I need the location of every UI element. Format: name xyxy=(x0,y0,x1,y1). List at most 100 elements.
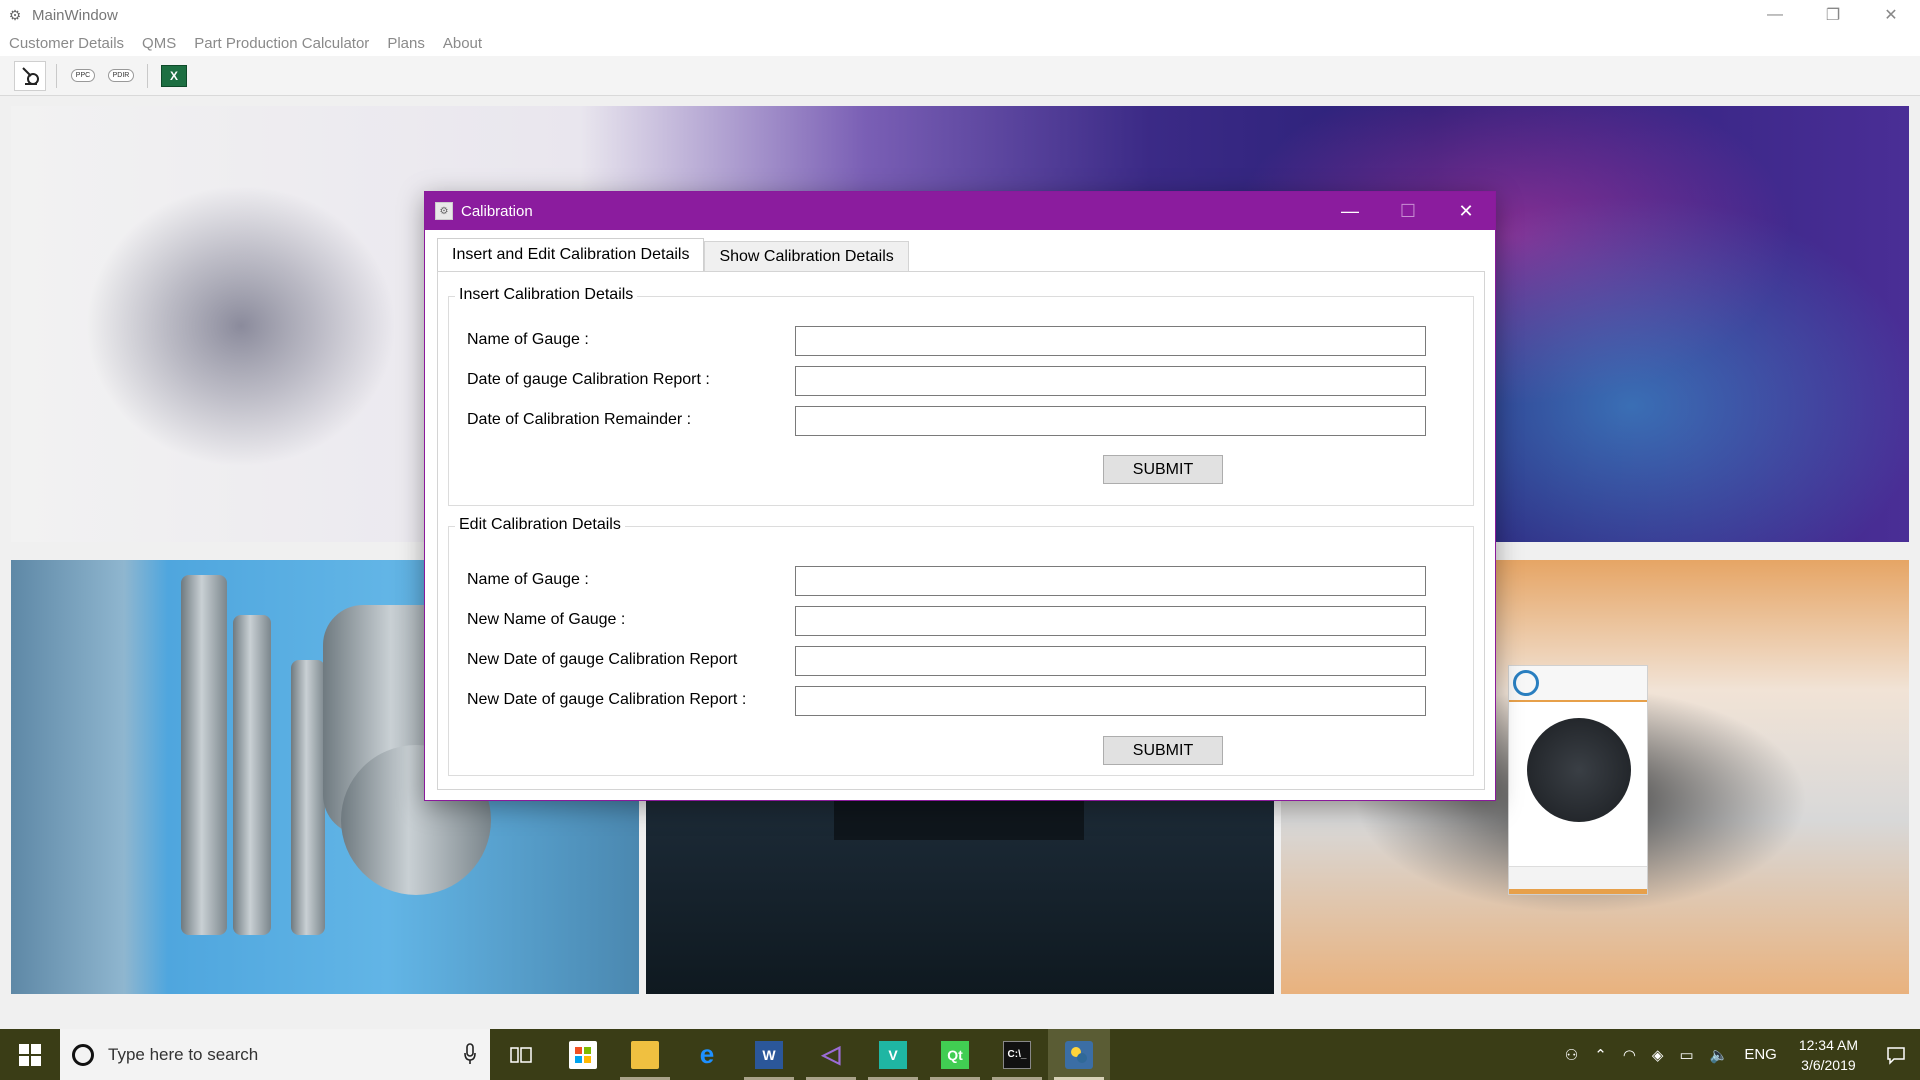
edge-icon: e xyxy=(699,1039,715,1069)
calibration-report-date-label: Date of gauge Calibration Report : xyxy=(467,371,710,388)
ppc-button[interactable]: PPC xyxy=(67,61,99,91)
language-indicator[interactable]: ENG xyxy=(1736,1046,1785,1063)
clock[interactable]: 12:34 AM 3/6/2019 xyxy=(1785,1035,1872,1075)
edit-gauge-name-label: Name of Gauge : xyxy=(467,571,589,588)
maps-icon: V xyxy=(879,1040,907,1069)
new-calibration-report-date-2-input[interactable] xyxy=(795,686,1426,716)
search-placeholder: Type here to search xyxy=(108,1044,259,1064)
new-gauge-name-input[interactable] xyxy=(795,606,1426,636)
app-icon: ⚙ xyxy=(8,7,22,23)
edit-submit-button[interactable]: SUBMIT xyxy=(1103,736,1223,765)
company-brochure xyxy=(1508,665,1648,895)
task-view-icon xyxy=(510,1046,532,1063)
edit-calibration-group: Edit Calibration Details Name of Gauge :… xyxy=(448,516,1474,776)
people-icon[interactable]: ⚇ xyxy=(1557,1046,1586,1064)
company-logo xyxy=(1513,670,1539,696)
tab-insert-edit[interactable]: Insert and Edit Calibration Details xyxy=(437,238,705,271)
dialog-minimize-button[interactable]: — xyxy=(1321,192,1379,230)
maps-button[interactable]: V xyxy=(862,1029,924,1080)
excel-export-button[interactable]: X xyxy=(158,61,190,91)
volume-icon[interactable]: 🔈 xyxy=(1702,1046,1737,1064)
visual-studio-button[interactable]: ◁ xyxy=(800,1029,862,1080)
system-tray: ⚇ ⌃ ◠ ◈ ▭ 🔈 ENG 12:34 AM 3/6/2019 xyxy=(1557,1029,1920,1080)
task-view-button[interactable] xyxy=(490,1029,552,1080)
tab-pane: Insert Calibration Details Name of Gauge… xyxy=(437,271,1485,790)
menu-plans[interactable]: Plans xyxy=(378,35,434,52)
wifi-icon[interactable]: ◠ xyxy=(1615,1046,1644,1064)
toolbar-separator xyxy=(56,63,57,88)
field-row: Date of Calibration Remainder : xyxy=(449,406,1473,436)
battery-icon[interactable]: ▭ xyxy=(1671,1046,1701,1064)
edit-gauge-name-input[interactable] xyxy=(795,566,1426,596)
toolbar: PPC PDIR X xyxy=(0,56,1920,96)
terminal-button[interactable]: C:\_ xyxy=(986,1029,1048,1080)
dialog-maximize-button: ☐ xyxy=(1399,200,1417,221)
menu-customer-details[interactable]: Customer Details xyxy=(0,35,133,52)
menu-about[interactable]: About xyxy=(434,35,491,52)
file-explorer-icon xyxy=(631,1040,659,1069)
insert-group-title: Insert Calibration Details xyxy=(455,286,638,304)
store-icon xyxy=(569,1040,597,1069)
field-row: Name of Gauge : xyxy=(449,566,1473,596)
pdir-button[interactable]: PDIR xyxy=(105,61,137,91)
notification-center-button[interactable] xyxy=(1872,1029,1920,1080)
dialog-controls: — ☐ ✕ xyxy=(1321,192,1495,230)
cortana-icon xyxy=(72,1043,94,1066)
main-window-title: MainWindow xyxy=(32,6,118,24)
ppc-icon: PPC xyxy=(70,69,96,82)
file-explorer-button[interactable] xyxy=(614,1029,676,1080)
tab-show-calibration[interactable]: Show Calibration Details xyxy=(704,241,909,271)
restore-button[interactable]: ❐ xyxy=(1804,0,1862,30)
calibration-report-date-input[interactable] xyxy=(795,366,1426,396)
python-button[interactable] xyxy=(1048,1029,1110,1080)
qt-creator-button[interactable]: Qt xyxy=(924,1029,986,1080)
field-row: New Date of gauge Calibration Report : xyxy=(449,686,1473,716)
dialog-close-button[interactable]: ✕ xyxy=(1437,192,1495,230)
close-button[interactable]: ✕ xyxy=(1862,0,1920,30)
minimize-button[interactable]: — xyxy=(1746,0,1804,30)
notification-icon xyxy=(1887,1046,1905,1065)
dialog-titlebar: ⚙ Calibration — ☐ ✕ xyxy=(425,192,1495,230)
microphone-icon[interactable] xyxy=(464,1043,476,1065)
edit-group-title: Edit Calibration Details xyxy=(455,516,625,534)
field-row: Date of gauge Calibration Report : xyxy=(449,366,1473,396)
dropbox-icon[interactable]: ◈ xyxy=(1644,1046,1672,1064)
dialog-title: Calibration xyxy=(461,202,533,220)
field-row: New Name of Gauge : xyxy=(449,606,1473,636)
menubar: Customer Details QMS Part Production Cal… xyxy=(0,30,1920,56)
field-row: New Date of gauge Calibration Report xyxy=(449,646,1473,676)
calibration-dialog: ⚙ Calibration — ☐ ✕ Insert and Edit Cali… xyxy=(424,191,1496,801)
excel-icon: X xyxy=(161,64,187,87)
insert-calibration-group: Insert Calibration Details Name of Gauge… xyxy=(448,286,1474,506)
taskbar-search-box[interactable]: Type here to search xyxy=(60,1029,490,1080)
insert-submit-button[interactable]: SUBMIT xyxy=(1103,455,1223,484)
menu-qms[interactable]: QMS xyxy=(133,35,185,52)
main-window-titlebar: ⚙ MainWindow — ❐ ✕ xyxy=(0,0,1920,30)
calibration-reminder-date-label: Date of Calibration Remainder : xyxy=(467,411,692,428)
new-calibration-report-date-label: New Date of gauge Calibration Report xyxy=(467,651,738,668)
store-button[interactable] xyxy=(552,1029,614,1080)
windows-logo-icon xyxy=(19,1043,41,1066)
pdir-icon: PDIR xyxy=(107,69,135,82)
qt-creator-icon: Qt xyxy=(941,1040,969,1069)
clock-time: 12:34 AM xyxy=(1798,1036,1858,1053)
edge-button[interactable]: e xyxy=(676,1029,738,1080)
calibration-reminder-date-input[interactable] xyxy=(795,406,1426,436)
clock-date: 3/6/2019 xyxy=(1801,1056,1856,1073)
terminal-icon: C:\_ xyxy=(1003,1040,1031,1069)
gauge-name-label: Name of Gauge : xyxy=(467,331,589,348)
field-row: Name of Gauge : xyxy=(449,326,1473,356)
gauge-name-input[interactable] xyxy=(795,326,1426,356)
word-icon: W xyxy=(755,1040,783,1069)
main-window-controls: — ❐ ✕ xyxy=(1746,0,1920,30)
toolbar-separator xyxy=(147,63,148,88)
new-calibration-report-date-input[interactable] xyxy=(795,646,1426,676)
word-button[interactable]: W xyxy=(738,1029,800,1080)
dialog-app-icon: ⚙ xyxy=(435,202,453,220)
menu-part-production-calculator[interactable]: Part Production Calculator xyxy=(185,35,378,52)
gauge-button[interactable] xyxy=(14,60,46,91)
start-button[interactable] xyxy=(0,1029,60,1080)
chevron-up-icon[interactable]: ⌃ xyxy=(1586,1046,1615,1064)
new-gauge-name-label: New Name of Gauge : xyxy=(467,611,626,628)
taskbar: Type here to search e W ◁ V Qt C:\_ ⚇ ⌃ … xyxy=(0,1029,1920,1080)
